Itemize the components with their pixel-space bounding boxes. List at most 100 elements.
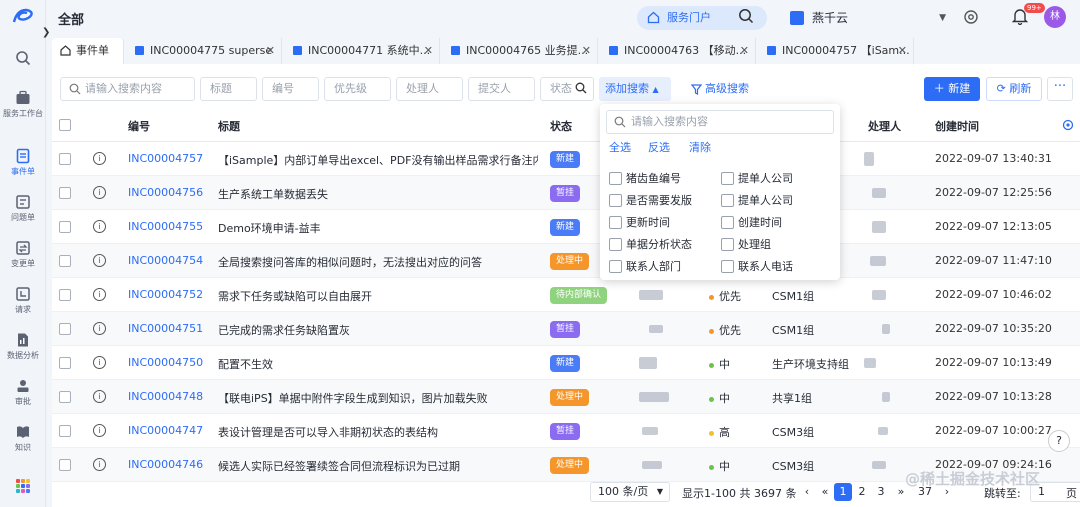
ticket-number-link[interactable]: INC00004746 (128, 458, 203, 471)
search-field-option[interactable]: 猪齿鱼编号 (609, 172, 681, 185)
ticket-title[interactable]: 全局搜索搜问答库的相似问题时，无法搜出对应的问答 (218, 254, 538, 270)
table-row[interactable]: i INC00004751 已完成的需求任务缺陷置灰 暂挂 优先 CSM1组 2022-09… (52, 312, 1080, 346)
collapse-sidebar-icon[interactable]: ❯ (42, 27, 50, 38)
column-settings-icon[interactable] (1062, 119, 1074, 131)
search-field-option[interactable]: 提单人公司 (721, 172, 793, 185)
info-icon[interactable]: i (93, 356, 106, 369)
select-all-checkbox[interactable] (59, 119, 71, 131)
row-checkbox[interactable] (59, 187, 71, 199)
ticket-title[interactable]: 【iSample】内部订单导出excel、PDF没有输出样品需求行备注内容 (218, 152, 538, 168)
table-row[interactable]: i INC00004757 【iSample】内部订单导出excel、PDF没有输出… (52, 142, 1080, 176)
help-icon[interactable]: ? (1048, 430, 1070, 452)
ticket-number-link[interactable]: INC00004750 (128, 356, 203, 369)
search-input[interactable]: 请输入搜索内容 (60, 77, 195, 101)
search-field-option[interactable]: 是否需要发版 (609, 194, 692, 207)
advanced-search-button[interactable]: 高级搜索 (689, 77, 749, 101)
header-title[interactable]: 标题 (218, 118, 240, 134)
info-icon[interactable]: i (93, 390, 106, 403)
ticket-title[interactable]: 生产系统工单数据丢失 (218, 186, 538, 202)
sidebar-item-changes[interactable]: 变更单 (0, 240, 46, 269)
select-all-link[interactable]: 全选 (609, 139, 631, 155)
filter-status[interactable]: 状态 (540, 77, 594, 101)
page-2[interactable]: 2 (853, 483, 871, 501)
dropdown-search-input[interactable]: 请输入搜索内容 (606, 110, 834, 134)
table-row[interactable]: i INC00004755 Demo环境申请-益丰 新建 2022-09-07 12:1… (52, 210, 1080, 244)
ticket-number-link[interactable]: INC00004752 (128, 288, 203, 301)
tab-ticket[interactable]: INC00004763 【移动... ✕ (600, 38, 756, 64)
info-icon[interactable]: i (93, 322, 106, 335)
page-1[interactable]: 1 (834, 483, 852, 501)
table-row[interactable]: i INC00004756 生产系统工单数据丢失 暂挂 2022-09-07 12:25… (52, 176, 1080, 210)
close-icon[interactable]: ✕ (424, 38, 433, 63)
avatar[interactable]: 林 (1044, 6, 1066, 28)
global-search-icon[interactable] (738, 8, 754, 27)
info-icon[interactable]: i (93, 458, 106, 471)
settings-icon[interactable] (963, 9, 979, 28)
header-assignee[interactable]: 处理人 (868, 118, 901, 134)
ticket-number-link[interactable]: INC00004757 (128, 152, 203, 165)
prev-page-button[interactable]: ‹ (798, 483, 816, 501)
close-icon[interactable]: ✕ (266, 38, 275, 63)
search-field-option[interactable]: 联系人电话 (721, 260, 793, 273)
search-field-option[interactable]: 创建时间 (721, 216, 782, 229)
close-icon[interactable]: ✕ (740, 38, 749, 63)
row-checkbox[interactable] (59, 289, 71, 301)
info-icon[interactable]: i (93, 288, 106, 301)
first-page-button[interactable]: « (816, 483, 834, 501)
ticket-number-link[interactable]: INC00004751 (128, 322, 203, 335)
tab-incidents[interactable]: 事件单 (52, 38, 124, 64)
sidebar-item-knowledge[interactable]: 知识 (0, 424, 46, 453)
filter-priority[interactable]: 优先级 (324, 77, 391, 101)
sidebar-item-analytics[interactable]: 数据分析 (0, 332, 46, 361)
more-icon[interactable]: ··· (1047, 77, 1073, 101)
sidebar-item-problems[interactable]: 问题单 (0, 194, 46, 223)
filter-submitter[interactable]: 提交人 (468, 77, 535, 101)
ticket-title[interactable]: 候选人实际已经签署续签合同但流程标识为已过期 (218, 458, 538, 474)
row-checkbox[interactable] (59, 153, 71, 165)
search-icon[interactable] (0, 50, 46, 69)
ticket-title[interactable]: 需求下任务或缺陷可以自由展开 (218, 288, 538, 304)
search-field-option[interactable]: 单据分析状态 (609, 238, 692, 251)
info-icon[interactable]: i (93, 254, 106, 267)
table-row[interactable]: i INC00004747 表设计管理是否可以导入非期初状态的表结构 暂挂 高 CSM3组… (52, 414, 1080, 448)
ticket-title[interactable]: 【联电iPS】单据中附件字段生成到知识，图片加载失败 (218, 390, 538, 406)
row-checkbox[interactable] (59, 323, 71, 335)
tab-ticket[interactable]: INC00004765 业务提... ✕ (442, 38, 598, 64)
sidebar-item-approval[interactable]: 审批 (0, 378, 46, 407)
sidebar-item-requests[interactable]: 请求 (0, 286, 46, 315)
close-icon[interactable]: ✕ (582, 38, 591, 63)
row-checkbox[interactable] (59, 391, 71, 403)
header-status[interactable]: 状态 (550, 118, 572, 134)
search-field-option[interactable]: 提单人公司 (721, 194, 793, 207)
filter-title[interactable]: 标题 (200, 77, 257, 101)
sidebar-item-incidents[interactable]: 事件单 (0, 148, 46, 177)
table-row[interactable]: i INC00004754 全局搜索搜问答库的相似问题时，无法搜出对应的问答 处理中 2… (52, 244, 1080, 278)
tab-ticket[interactable]: INC00004771 系统中... ✕ (284, 38, 440, 64)
ticket-title[interactable]: 表设计管理是否可以导入非期初状态的表结构 (218, 424, 538, 440)
filter-number[interactable]: 编号 (262, 77, 319, 101)
info-icon[interactable]: i (93, 152, 106, 165)
info-icon[interactable]: i (93, 424, 106, 437)
page-3[interactable]: 3 (872, 483, 890, 501)
row-checkbox[interactable] (59, 255, 71, 267)
ticket-number-link[interactable]: INC00004756 (128, 186, 203, 199)
close-icon[interactable]: ✕ (898, 38, 907, 63)
add-search-button[interactable]: 添加搜索 ▲ (599, 77, 671, 101)
org-switcher[interactable]: 燕千云 ▼ (790, 6, 950, 30)
sidebar-item-workbench[interactable]: 服务工作台 (0, 90, 46, 119)
invert-selection-link[interactable]: 反选 (648, 139, 670, 155)
header-number[interactable]: 编号 (128, 118, 150, 134)
info-icon[interactable]: i (93, 186, 106, 199)
app-grid-icon[interactable] (0, 478, 46, 497)
refresh-button[interactable]: ⟳ 刷新 (986, 77, 1042, 101)
new-button[interactable]: ＋ 新建 (924, 77, 980, 101)
row-checkbox[interactable] (59, 221, 71, 233)
table-row[interactable]: i INC00004752 需求下任务或缺陷可以自由展开 待内部确认 优先 CSM1组 20… (52, 278, 1080, 312)
ticket-title[interactable]: 配置不生效 (218, 356, 538, 372)
row-checkbox[interactable] (59, 357, 71, 369)
ticket-title[interactable]: 已完成的需求任务缺陷置灰 (218, 322, 538, 338)
search-field-option[interactable]: 更新时间 (609, 216, 670, 229)
row-checkbox[interactable] (59, 459, 71, 471)
clear-selection-link[interactable]: 清除 (689, 139, 711, 155)
ticket-number-link[interactable]: INC00004755 (128, 220, 203, 233)
